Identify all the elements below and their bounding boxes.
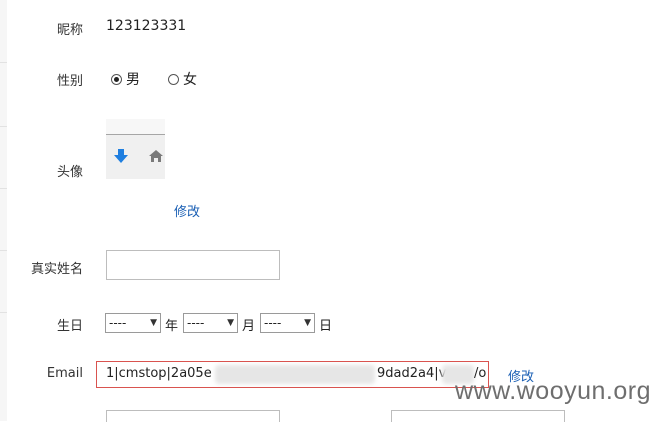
redaction-blur — [215, 365, 375, 384]
download-arrow-icon[interactable] — [113, 148, 129, 168]
gender-male-option[interactable]: 男 — [111, 69, 140, 89]
email-value-mid: 9dad2a4|v — [377, 366, 447, 381]
birthday-label: 生日 — [56, 319, 83, 334]
chevron-down-icon: ▼ — [304, 318, 311, 328]
divider — [0, 62, 7, 63]
divider — [0, 312, 7, 313]
chevron-down-icon: ▼ — [150, 318, 157, 328]
nickname-value: 123123331 — [106, 18, 187, 34]
divider — [0, 250, 7, 251]
birth-day-select[interactable]: ---- ▼ — [260, 313, 315, 333]
birth-year-value: ---- — [109, 316, 127, 330]
nickname-label: 昵称 — [56, 23, 83, 38]
email-value-start: 1|cmstop|2a05e — [106, 366, 212, 381]
birth-day-unit: 日 — [319, 319, 333, 334]
radio-female[interactable] — [168, 73, 179, 85]
next-row-input[interactable] — [106, 410, 280, 422]
divider — [0, 126, 7, 127]
realname-label: 真实姓名 — [30, 262, 83, 277]
gender-female-label: 女 — [183, 72, 197, 88]
left-panel-edge — [0, 0, 7, 421]
birth-month-value: ---- — [187, 316, 205, 330]
home-icon[interactable] — [148, 149, 164, 167]
next-row-input[interactable] — [391, 410, 565, 422]
divider — [0, 188, 7, 189]
birth-year-select[interactable]: ---- ▼ — [105, 313, 161, 333]
chevron-down-icon: ▼ — [227, 318, 234, 328]
email-label: Email — [46, 366, 83, 381]
gender-male-label: 男 — [126, 72, 140, 88]
realname-input[interactable] — [106, 250, 280, 280]
gender-female-option[interactable]: 女 — [168, 69, 197, 89]
birth-day-value: ---- — [264, 316, 282, 330]
gender-label: 性别 — [56, 74, 83, 89]
avatar-label: 头像 — [56, 165, 83, 180]
birth-month-select[interactable]: ---- ▼ — [183, 313, 238, 333]
avatar-toolbar — [106, 119, 165, 135]
watermark: www.wooyun.org — [455, 377, 651, 405]
avatar-edit-link[interactable]: 修改 — [174, 201, 200, 220]
birth-year-unit: 年 — [165, 319, 179, 334]
email-input[interactable]: 1|cmstop|2a05e 9dad2a4|v /o — [96, 361, 489, 388]
radio-male[interactable] — [111, 73, 122, 85]
birth-month-unit: 月 — [242, 319, 256, 334]
